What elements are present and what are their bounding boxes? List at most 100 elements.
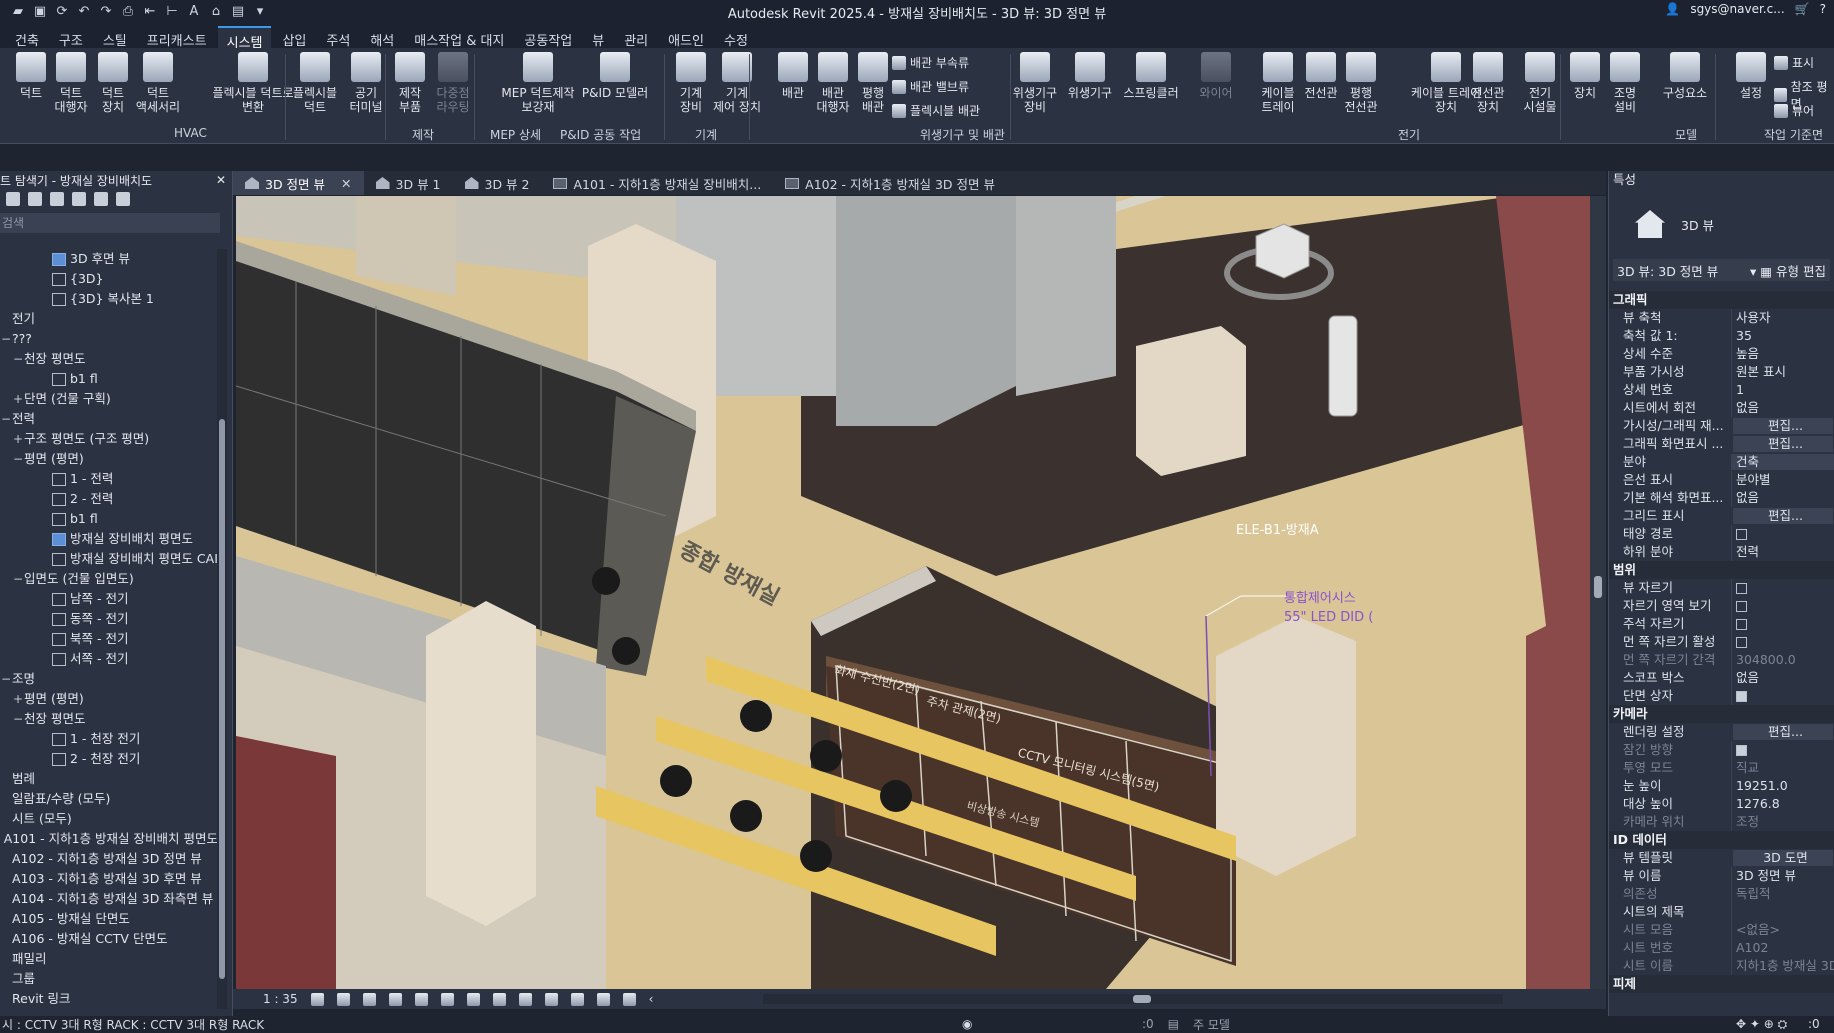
ribbon-button-4[interactable]: 플렉시블 덕트로 변환 (210, 52, 296, 114)
ribbon-button-9[interactable]: MEP 덕트제작 보강재 (495, 52, 581, 114)
ribbon-panel-label-4[interactable]: 기계 (695, 126, 717, 143)
ribbon-panel-label-3[interactable]: P&ID 공동 작업 (560, 126, 641, 143)
browser-item[interactable]: A103 - 지하1층 방재실 3D 후면 뷰 (0, 869, 218, 889)
view-tab-2[interactable]: 3D 뷰 2 (453, 171, 542, 195)
ribbon-button-15[interactable]: 평행 배관 (850, 52, 896, 114)
scale-label[interactable]: 1 : 35 (263, 992, 298, 1006)
browser-item[interactable]: 1 - 전력 (0, 469, 218, 489)
browser-item[interactable]: − 조명 (0, 669, 218, 689)
browser-search-input[interactable]: 검색 (0, 213, 220, 233)
property-group-header[interactable]: 범위 (1609, 561, 1834, 579)
ribbon-tab-9[interactable]: 공동작업 (515, 26, 581, 49)
cube-icon[interactable] (72, 192, 86, 206)
filter-icon[interactable] (6, 192, 20, 206)
shadows-icon[interactable] (388, 992, 402, 1006)
expand-toggle-icon[interactable]: − (12, 449, 24, 469)
3d-viewport[interactable]: ELE-B1-방재A 통합제어시스 55" LED DID ( 종합 방재실 화… (236, 196, 1590, 989)
browser-item[interactable]: 패밀리 (0, 949, 218, 969)
browser-item[interactable]: 3D 후면 뷰 (0, 249, 218, 269)
crop-view-icon[interactable] (440, 992, 454, 1006)
ribbon-panel-label-6[interactable]: 전기 (1398, 126, 1420, 143)
text-icon[interactable]: A (186, 4, 202, 20)
ribbon-button-1[interactable]: 덕트 대행자 (48, 52, 94, 114)
browser-item[interactable]: + 구조 평면도 (구조 평면) (0, 429, 218, 449)
browser-item[interactable]: 그룹 (0, 969, 218, 989)
ribbon-panel-label-8[interactable]: 작업 기준면 (1764, 126, 1823, 143)
main-model-label[interactable]: 주 모델 (1193, 1016, 1230, 1033)
ribbon-button-10[interactable]: P&ID 모델러 (582, 52, 648, 100)
user-icon[interactable]: 👤 (1665, 2, 1680, 16)
browser-item[interactable]: {3D} (0, 269, 218, 289)
3d-scene[interactable] (236, 196, 1590, 989)
browser-item[interactable]: 동쪽 - 전기 (0, 609, 218, 629)
ribbon-tab-7[interactable]: 해석 (361, 26, 403, 49)
ribbon-button-8[interactable]: 다중점 라우팅 (430, 52, 476, 114)
property-checkbox-cell[interactable] (1731, 615, 1834, 633)
browser-item[interactable]: 2 - 천장 전기 (0, 749, 218, 769)
property-checkbox-cell[interactable] (1731, 597, 1834, 615)
ribbon-button-6[interactable]: 공기 터미널 (343, 52, 389, 114)
property-group-header[interactable]: 카메라 (1609, 705, 1834, 723)
ribbon-tab-0[interactable]: 건축 (6, 26, 48, 49)
browser-item[interactable]: − 입면도 (건물 입면도) (0, 569, 218, 589)
model-list-icon[interactable]: ▤ (1168, 1017, 1179, 1031)
lock-3d-icon[interactable] (492, 992, 506, 1006)
property-group-header[interactable]: 피제 (1609, 975, 1834, 993)
analytical-model-icon[interactable] (570, 992, 584, 1006)
ribbon-panel-label-5[interactable]: 위생기구 및 배관 (920, 126, 1005, 143)
ribbon-button-25[interactable]: 전기 시설물 (1517, 52, 1563, 114)
viewport-horizontal-scrollbar[interactable] (763, 994, 1503, 1004)
browser-item[interactable]: + 평면 (평면) (0, 689, 218, 709)
browser-item[interactable]: 시트 (모두) (0, 809, 218, 829)
grid-icon[interactable] (28, 192, 42, 206)
ribbon-button-2[interactable]: 덕트 장치 (90, 52, 136, 114)
ribbon-panel-label-0[interactable]: HVAC (174, 126, 207, 140)
browser-item[interactable]: b1 fl (0, 509, 218, 529)
detail-level-icon[interactable] (310, 992, 324, 1006)
property-checkbox-cell[interactable] (1731, 741, 1834, 759)
home-3d-icon[interactable]: ⌂ (208, 4, 224, 20)
undo-icon[interactable]: ↶ (76, 4, 92, 20)
measure-icon[interactable]: ⇤ (142, 4, 158, 20)
cart-icon[interactable]: 🛒 (1795, 2, 1810, 16)
help-icon[interactable]: ? (1820, 2, 1826, 16)
browser-item[interactable]: A105 - 방재실 단면도 (0, 909, 218, 929)
user-name[interactable]: sgys@naver.c... (1690, 2, 1784, 16)
browser-item[interactable]: 북쪽 - 전기 (0, 629, 218, 649)
ribbon-tab-4[interactable]: 시스템 (217, 26, 272, 51)
ribbon-button-20[interactable]: 케이블 트레이 (1255, 52, 1301, 114)
browser-item[interactable]: − 천장 평면도 (0, 709, 218, 729)
show-crop-icon[interactable] (466, 992, 480, 1006)
ribbon-small-pipe-accessory[interactable]: 배관 밸브류 (892, 78, 969, 95)
ribbon-button-16[interactable]: 위생기구 장비 (1012, 52, 1058, 114)
ribbon-tab-6[interactable]: 주석 (317, 26, 359, 49)
checkbox[interactable] (1736, 583, 1747, 594)
ribbon-button-22[interactable]: 평행 전선관 (1338, 52, 1384, 114)
property-edit-button[interactable]: 편집... (1733, 418, 1833, 434)
ribbon-panel-label-2[interactable]: MEP 상세 (490, 126, 541, 143)
browser-item[interactable]: 전기 (0, 309, 218, 329)
property-checkbox-cell[interactable] (1731, 687, 1834, 705)
reveal-hidden-icon[interactable] (544, 992, 558, 1006)
ribbon-button-17[interactable]: 위생기구 (1067, 52, 1113, 100)
checkbox[interactable] (1736, 745, 1747, 756)
browser-item[interactable]: 1 - 천장 전기 (0, 729, 218, 749)
browser-item[interactable]: 남쪽 - 전기 (0, 589, 218, 609)
browser-item[interactable]: 방재실 장비배치 평면도 CAI (0, 549, 218, 569)
browser-item[interactable]: A101 - 지하1층 방재실 장비배치 평면도 (0, 829, 218, 849)
expand-toggle-icon[interactable]: − (12, 709, 24, 729)
ribbon-button-28[interactable]: 구성요소 (1662, 52, 1708, 100)
instance-selector[interactable]: 3D 뷰: 3D 정면 뷰 ▾ ▦ 유형 편집 (1613, 259, 1830, 281)
ribbon-button-7[interactable]: 제작 부품 (387, 52, 433, 114)
ribbon-tab-1[interactable]: 구조 (50, 26, 92, 49)
browser-item[interactable]: − 천장 평면도 (0, 349, 218, 369)
checkbox[interactable] (1736, 529, 1747, 540)
sheet-icon[interactable] (94, 192, 108, 206)
ribbon-tab-2[interactable]: 스틸 (94, 26, 136, 49)
view-tab-1[interactable]: 3D 뷰 1 (364, 171, 453, 195)
view-tab-3[interactable]: A101 - 지하1층 방재실 장비배치... (541, 171, 773, 195)
browser-item[interactable]: A104 - 지하1층 방재실 3D 좌측면 뷰 (0, 889, 218, 909)
expand-toggle-icon[interactable]: − (0, 669, 12, 689)
switch-windows-icon[interactable]: ▤ (230, 4, 246, 20)
browser-item[interactable]: A102 - 지하1층 방재실 3D 정면 뷰 (0, 849, 218, 869)
